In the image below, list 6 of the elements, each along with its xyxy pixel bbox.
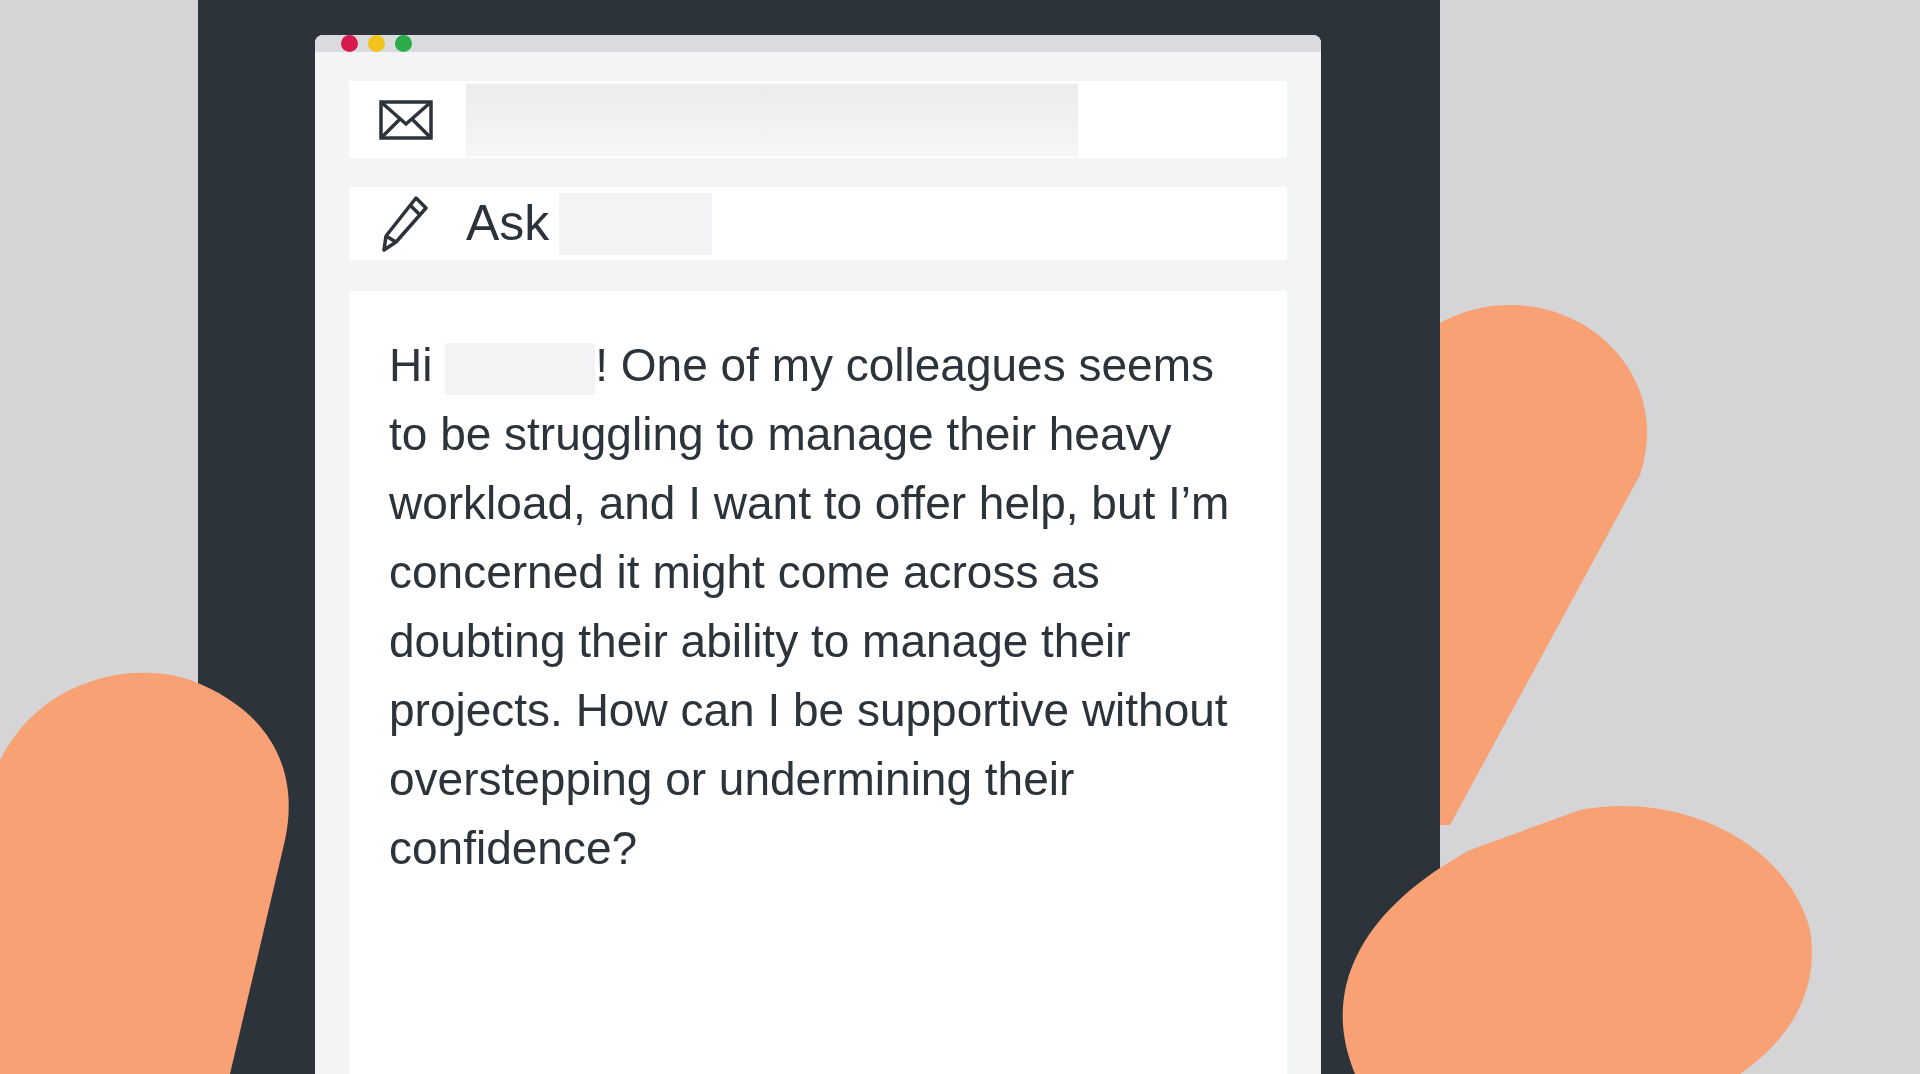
- pencil-icon: [382, 195, 428, 252]
- message-text: Hi ! One of my colleagues seems to be struggling to manage their heavy workload, and I want to offer help, but I’m concerned it might come across as doubting their ability to manage their projects. How can I be supportive without overstepping or undermining their confidence?: [389, 338, 1231, 876]
- mail-icon: [379, 99, 433, 140]
- subject-field[interactable]: Ask: [349, 187, 1287, 260]
- recipient-field[interactable]: [349, 81, 1287, 158]
- subject-text: Ask: [466, 194, 550, 253]
